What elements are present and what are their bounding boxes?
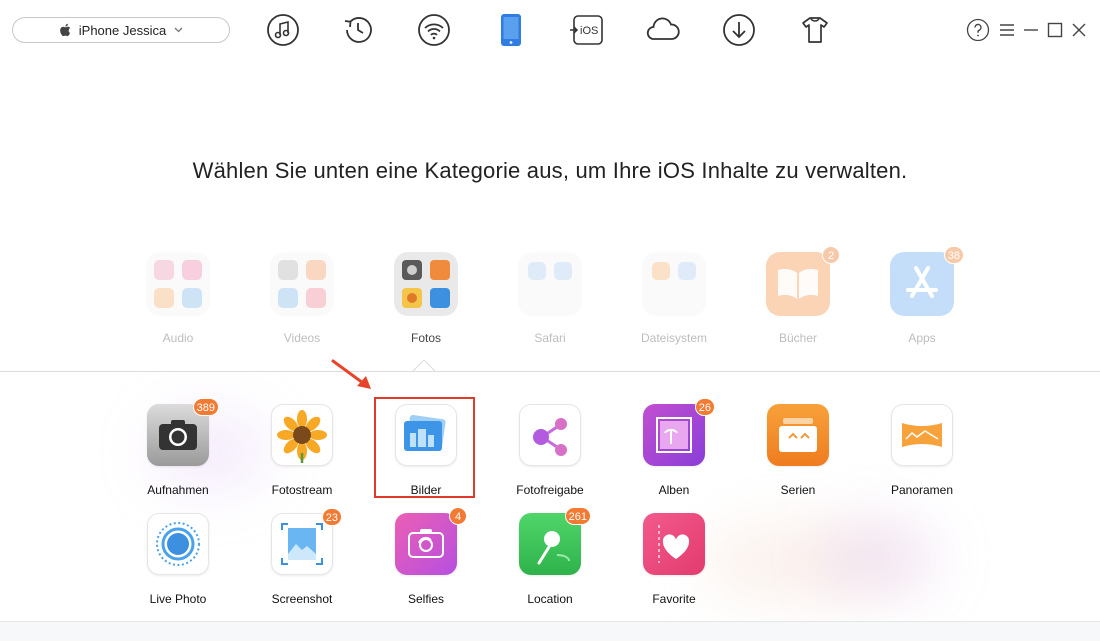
count-badge: 389: [192, 398, 219, 416]
close-icon: [1071, 22, 1087, 38]
share-icon: [519, 404, 581, 466]
apple-icon: [59, 23, 71, 37]
photo-item-label: Location: [527, 592, 573, 606]
photo-item-label: Alben: [658, 483, 690, 497]
count-badge: 2: [822, 246, 840, 264]
cloud-button[interactable]: [643, 10, 683, 50]
appstore-category-icon: 38: [890, 246, 964, 316]
download-button[interactable]: [719, 10, 759, 50]
photo-item-label: Favorite: [652, 592, 696, 606]
photo-item-selfies[interactable]: 4 Selfies: [371, 507, 481, 606]
ios-transfer-button[interactable]: iOS: [567, 10, 607, 50]
menu-button[interactable]: [995, 18, 1019, 42]
category-dateisystem[interactable]: Dateisystem: [619, 252, 729, 345]
photo-item-serien[interactable]: Serien: [743, 404, 853, 497]
phone-icon: [499, 13, 523, 47]
videos-category-icon: [270, 252, 334, 316]
wifi-button[interactable]: [414, 10, 454, 50]
category-label: Apps: [908, 331, 936, 345]
category-apps[interactable]: 38 Apps: [867, 246, 977, 345]
photo-item-fotostream[interactable]: Fotostream: [247, 404, 357, 497]
history-button[interactable]: [338, 10, 378, 50]
download-icon: [722, 13, 756, 47]
location-pin-icon: 261: [519, 507, 591, 575]
ios-transfer-icon: iOS: [569, 13, 605, 47]
photo-item-label: Fotostream: [271, 483, 333, 497]
count-badge: 38: [943, 246, 964, 264]
category-label: Fotos: [410, 331, 441, 345]
top-toolbar: iPhone Jessica iOS: [0, 0, 1100, 62]
dateisystem-category-icon: [642, 252, 706, 316]
category-fotos[interactable]: Fotos: [371, 252, 481, 345]
photo-item-label: Live Photo: [149, 592, 207, 606]
live-photo-icon: [147, 513, 209, 575]
count-badge: 23: [321, 508, 342, 526]
phone-button[interactable]: [491, 10, 531, 50]
photo-item-panoramen[interactable]: Panoramen: [867, 404, 977, 497]
count-badge: 261: [564, 507, 591, 525]
camera-icon: 389: [147, 398, 219, 466]
category-safari[interactable]: Safari: [495, 252, 605, 345]
close-button[interactable]: [1067, 18, 1091, 42]
photo-item-label: Serien: [780, 483, 816, 497]
category-videos[interactable]: Videos: [247, 252, 357, 345]
category-label: Bücher: [778, 331, 818, 345]
minimize-button[interactable]: [1019, 18, 1043, 42]
safari-category-icon: [518, 252, 582, 316]
photo-item-label: Selfies: [407, 592, 445, 606]
category-label: Audio: [162, 331, 194, 345]
photo-item-label: Fotofreigabe: [516, 483, 584, 497]
photo-item-screenshot[interactable]: 23 Screenshot: [247, 508, 357, 606]
photo-item-label: Screenshot: [271, 592, 333, 606]
count-badge: 4: [449, 507, 467, 525]
albums-icon: 26: [643, 398, 715, 466]
history-icon: [341, 13, 375, 47]
audio-category-icon: [146, 252, 210, 316]
tshirt-icon: [800, 15, 830, 45]
page-instruction: Wählen Sie unten eine Kategorie aus, um …: [192, 158, 908, 183]
maximize-icon: [1047, 22, 1063, 38]
photo-item-fotofreigabe[interactable]: Fotofreigabe: [495, 404, 605, 497]
category-buecher[interactable]: 2 Bücher: [743, 246, 853, 345]
status-strip: [0, 621, 1100, 641]
count-badge: 26: [694, 398, 715, 416]
sunflower-icon: [271, 404, 333, 466]
heart-icon: [643, 513, 705, 575]
minimize-icon: [1023, 23, 1039, 37]
music-button[interactable]: [263, 10, 303, 50]
category-label: Safari: [534, 331, 566, 345]
photo-item-aufnahmen[interactable]: 389 Aufnahmen: [123, 398, 233, 497]
series-icon: [767, 404, 829, 466]
category-label: Videos: [283, 331, 321, 345]
photo-item-label: Panoramen: [890, 483, 954, 497]
annotation-arrow: [331, 359, 371, 389]
category-audio[interactable]: Audio: [123, 252, 233, 345]
svg-text:iOS: iOS: [580, 25, 598, 37]
chevron-down-icon: [174, 27, 183, 33]
photo-item-favorite[interactable]: Favorite: [619, 513, 729, 606]
menu-icon: [999, 23, 1015, 37]
device-selector[interactable]: iPhone Jessica: [12, 17, 230, 43]
background-glow: [820, 522, 940, 592]
panorama-icon: [891, 404, 953, 466]
selection-highlight: [374, 397, 475, 498]
screenshot-icon: 23: [271, 508, 342, 575]
fotos-category-icon: [394, 252, 458, 316]
maximize-button[interactable]: [1043, 18, 1067, 42]
photo-item-alben[interactable]: 26 Alben: [619, 398, 729, 497]
device-name: iPhone Jessica: [78, 22, 167, 38]
photo-item-location[interactable]: 261 Location: [495, 507, 605, 606]
music-icon: [266, 13, 300, 47]
photo-item-label: Aufnahmen: [147, 483, 209, 497]
photo-item-live-photo[interactable]: Live Photo: [123, 513, 233, 606]
wifi-icon: [417, 13, 451, 47]
books-category-icon: 2: [766, 246, 840, 316]
toolkit-button[interactable]: [795, 10, 835, 50]
cloud-icon: [645, 15, 681, 45]
help-button[interactable]: [966, 18, 990, 42]
selfie-camera-icon: 4: [395, 507, 467, 575]
help-icon: [966, 18, 990, 42]
category-label: Dateisystem: [640, 331, 708, 345]
